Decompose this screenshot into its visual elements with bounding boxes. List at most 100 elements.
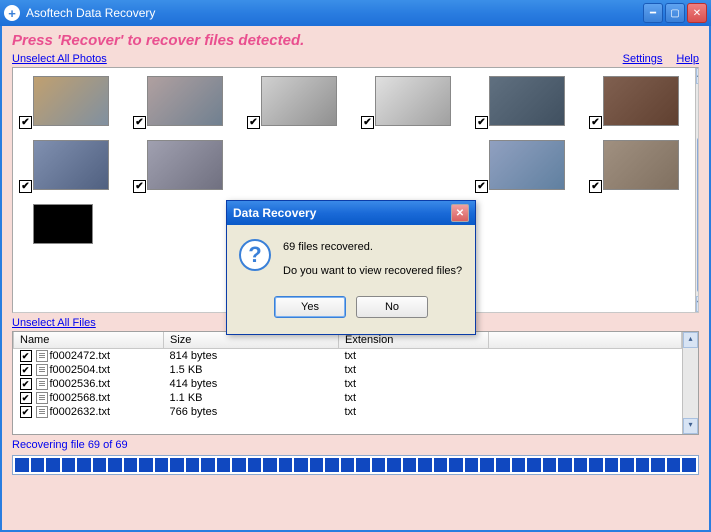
photo-checkbox[interactable]: ✔ <box>19 180 32 193</box>
scroll-up-button[interactable]: ▴ <box>696 68 699 84</box>
scroll-up-button[interactable]: ▴ <box>683 332 698 348</box>
photo-checkbox[interactable]: ✔ <box>133 180 146 193</box>
file-icon <box>36 392 48 404</box>
thumbnail <box>147 140 223 190</box>
progress-segment <box>263 458 277 472</box>
photo-checkbox[interactable]: ✔ <box>247 116 260 129</box>
table-row[interactable]: ✔f0002504.txt1.5 KBtxt <box>14 363 682 377</box>
column-header-name[interactable]: Name <box>14 332 164 349</box>
progress-segment <box>605 458 619 472</box>
file-list: Name Size Extension ✔f0002472.txt814 byt… <box>12 331 699 435</box>
progress-segment <box>589 458 603 472</box>
settings-link[interactable]: Settings <box>623 53 663 65</box>
progress-segment <box>77 458 91 472</box>
file-checkbox[interactable]: ✔ <box>20 364 32 376</box>
column-header-blank[interactable] <box>489 332 682 349</box>
file-name: f0002536.txt <box>50 378 111 390</box>
progress-segment <box>31 458 45 472</box>
photo-checkbox[interactable]: ✔ <box>589 116 602 129</box>
progress-segment <box>558 458 572 472</box>
progress-segment <box>465 458 479 472</box>
scroll-thumb[interactable] <box>697 138 699 292</box>
file-name: f0002504.txt <box>50 364 111 376</box>
progress-segment <box>93 458 107 472</box>
progress-segment <box>232 458 246 472</box>
photo-item[interactable]: ✔ <box>133 140 235 190</box>
progress-segment <box>356 458 370 472</box>
thumbnail <box>489 76 565 126</box>
photo-scrollbar[interactable]: ▴ ▾ <box>695 68 699 312</box>
maximize-button[interactable]: ▢ <box>665 3 685 23</box>
progress-segment <box>201 458 215 472</box>
photo-item[interactable] <box>361 140 463 190</box>
photo-item[interactable] <box>19 204 121 244</box>
photo-checkbox[interactable]: ✔ <box>19 116 32 129</box>
file-checkbox[interactable]: ✔ <box>20 406 32 418</box>
file-extension: txt <box>339 405 489 419</box>
thumbnail <box>147 76 223 126</box>
dialog-title-text: Data Recovery <box>233 206 451 220</box>
photo-checkbox[interactable]: ✔ <box>475 180 488 193</box>
question-icon: ? <box>239 239 271 271</box>
table-row[interactable]: ✔f0002472.txt814 bytestxt <box>14 349 682 364</box>
photo-item[interactable]: ✔ <box>19 140 121 190</box>
unselect-all-photos-link[interactable]: Unselect All Photos <box>12 53 107 65</box>
photo-item[interactable]: ✔ <box>247 76 349 126</box>
progress-segment <box>325 458 339 472</box>
table-row[interactable]: ✔f0002632.txt766 bytestxt <box>14 405 682 419</box>
file-scrollbar[interactable]: ▴ ▾ <box>682 332 698 434</box>
progress-segment <box>636 458 650 472</box>
progress-segment <box>512 458 526 472</box>
dialog-yes-button[interactable]: Yes <box>274 296 346 318</box>
scroll-down-button[interactable]: ▾ <box>696 296 699 312</box>
file-icon <box>36 364 48 376</box>
minimize-button[interactable]: ━ <box>643 3 663 23</box>
dialog-line1: 69 files recovered. <box>283 239 462 257</box>
file-checkbox[interactable]: ✔ <box>20 350 32 362</box>
photo-checkbox[interactable]: ✔ <box>133 116 146 129</box>
dialog-titlebar: Data Recovery ✕ <box>227 201 475 225</box>
photo-checkbox[interactable]: ✔ <box>361 116 374 129</box>
progress-segment <box>620 458 634 472</box>
photo-item[interactable]: ✔ <box>475 140 577 190</box>
progress-segment <box>108 458 122 472</box>
file-checkbox[interactable]: ✔ <box>20 378 32 390</box>
progress-segment <box>449 458 463 472</box>
progress-segment <box>155 458 169 472</box>
dialog-no-button[interactable]: No <box>356 296 428 318</box>
file-extension: txt <box>339 349 489 364</box>
photo-item[interactable]: ✔ <box>133 76 235 126</box>
dialog-close-button[interactable]: ✕ <box>451 204 469 222</box>
file-size: 1.1 KB <box>164 391 339 405</box>
photo-item[interactable]: ✔ <box>589 76 691 126</box>
table-row[interactable]: ✔f0002568.txt1.1 KBtxt <box>14 391 682 405</box>
photo-checkbox[interactable]: ✔ <box>589 180 602 193</box>
progress-segment <box>186 458 200 472</box>
file-checkbox[interactable]: ✔ <box>20 392 32 404</box>
file-icon <box>36 378 48 390</box>
file-size: 1.5 KB <box>164 363 339 377</box>
thumbnail <box>489 140 565 190</box>
photo-item[interactable] <box>247 140 349 190</box>
photo-item[interactable]: ✔ <box>475 76 577 126</box>
file-icon <box>36 406 48 418</box>
table-row[interactable]: ✔f0002536.txt414 bytestxt <box>14 377 682 391</box>
photo-checkbox[interactable]: ✔ <box>475 116 488 129</box>
help-link[interactable]: Help <box>676 53 699 65</box>
photo-item[interactable]: ✔ <box>361 76 463 126</box>
close-button[interactable]: ✕ <box>687 3 707 23</box>
thumbnail <box>603 140 679 190</box>
photo-item[interactable]: ✔ <box>19 76 121 126</box>
scroll-down-button[interactable]: ▾ <box>683 418 698 434</box>
progress-segment <box>217 458 231 472</box>
unselect-all-files-link[interactable]: Unselect All Files <box>12 317 96 329</box>
progress-segment <box>387 458 401 472</box>
file-size: 766 bytes <box>164 405 339 419</box>
progress-segment <box>682 458 696 472</box>
progress-segment <box>46 458 60 472</box>
photo-item[interactable]: ✔ <box>589 140 691 190</box>
file-extension: txt <box>339 391 489 405</box>
progress-segment <box>248 458 262 472</box>
progress-segment <box>480 458 494 472</box>
instruction-text: Press 'Recover' to recover files detecte… <box>12 32 699 49</box>
